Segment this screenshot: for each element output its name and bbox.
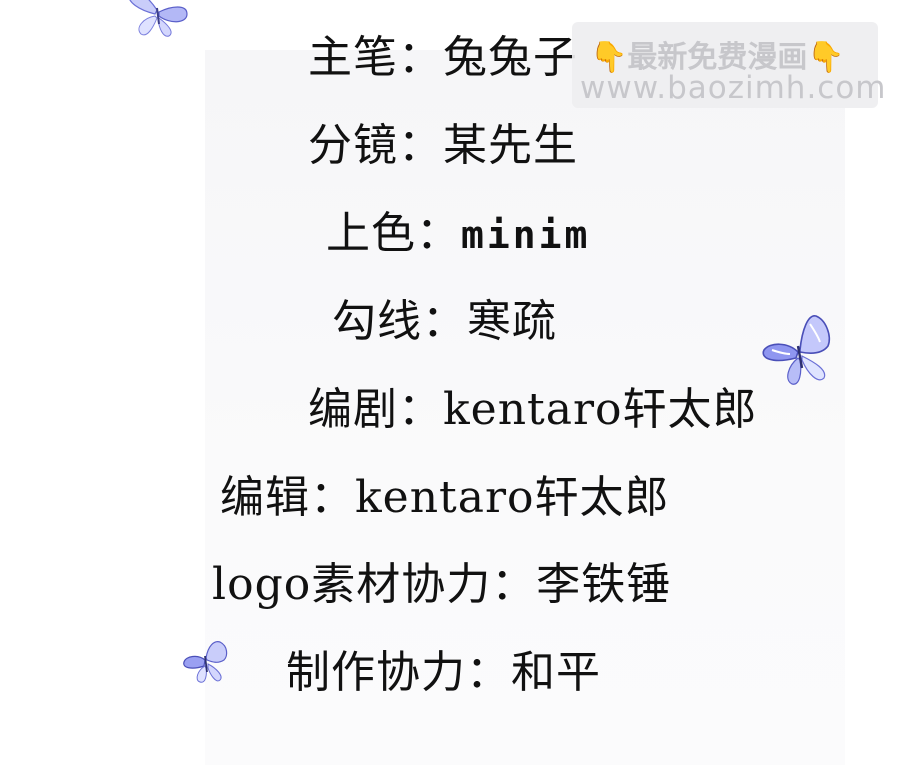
credit-label: 制作协力： xyxy=(286,647,511,698)
credit-screenwriter: 编剧：kentaro轩太郎 xyxy=(308,388,757,432)
site-watermark[interactable]: 👇最新免费漫画👇 www.baozimh.com xyxy=(572,22,886,108)
credit-value: 和平 xyxy=(511,647,601,698)
credit-logo-assets: logo素材协力：李铁锤 xyxy=(212,563,671,607)
credit-label: 勾线： xyxy=(332,296,467,347)
credit-production-support: 制作协力：和平 xyxy=(286,651,601,695)
credit-value: kentaro轩太郎 xyxy=(355,472,670,523)
butterfly-icon xyxy=(762,315,831,385)
credit-label: 上色： xyxy=(326,208,461,259)
credit-storyboard: 分镜：某先生 xyxy=(308,124,578,168)
credit-label: logo素材协力： xyxy=(212,559,537,610)
credit-value: kentaro轩太郎 xyxy=(443,384,758,435)
credit-label: 编辑： xyxy=(220,472,355,523)
butterfly-icon xyxy=(129,0,188,37)
watermark-url: www.baozimh.com xyxy=(580,70,887,106)
credit-value: 兔兔子 xyxy=(443,32,578,83)
credit-value: minim xyxy=(461,213,591,257)
credit-label: 分镜： xyxy=(308,120,443,171)
credit-label: 主笔： xyxy=(308,32,443,83)
credit-lead-artist: 主笔：兔兔子 xyxy=(308,36,578,80)
credit-value: 李铁锤 xyxy=(536,559,672,610)
credit-editor: 编辑：kentaro轩太郎 xyxy=(220,476,669,520)
butterfly-icon xyxy=(183,641,228,683)
credit-lineart: 勾线：寒疏 xyxy=(332,300,557,344)
credit-label: 编剧： xyxy=(308,384,443,435)
credit-value: 寒疏 xyxy=(467,296,557,347)
credit-value: 某先生 xyxy=(443,120,578,171)
credit-coloring: 上色：minim xyxy=(326,212,590,256)
